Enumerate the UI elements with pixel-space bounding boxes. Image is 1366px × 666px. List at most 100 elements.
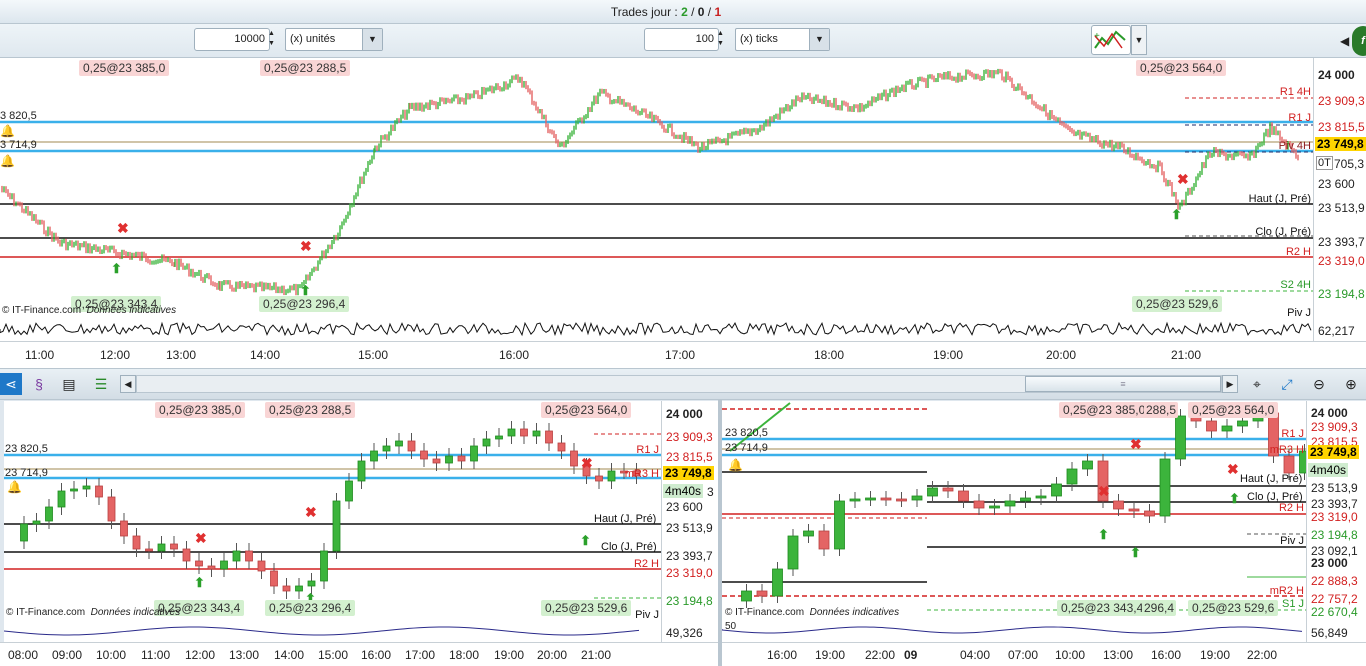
bell-icon[interactable]: 🔔 bbox=[7, 480, 22, 494]
candle-body bbox=[532, 430, 541, 437]
crosshair-icon[interactable]: ⌖ bbox=[1246, 373, 1268, 395]
candle-body bbox=[470, 445, 478, 462]
ticks-unit-select[interactable]: (x) ticks ▼ bbox=[735, 28, 830, 51]
trade-tag[interactable]: 0,25@23 385,0 bbox=[1059, 402, 1150, 418]
quantity-unit-select[interactable]: (x) unités ▼ bbox=[285, 28, 383, 51]
formula-icon[interactable]: f bbox=[1352, 26, 1366, 56]
time-tick: 18:00 bbox=[449, 648, 480, 662]
bottom-right-chart[interactable]: ✖ ✖ ✖ ⬆ ⬆ ⬆ 0,25@23 385,0 288,5 0,25@23 564,0… bbox=[722, 401, 1306, 621]
footer-credit: © IT-Finance.com Données indicatives bbox=[2, 305, 177, 316]
trade-tag[interactable]: 0,25@23 385,0 bbox=[155, 402, 246, 418]
zoom-fit-icon[interactable]: ⤢ bbox=[1276, 373, 1298, 395]
scroll-left-button[interactable]: ◀ bbox=[120, 375, 136, 393]
axis-value: 23 194,8 bbox=[1311, 528, 1358, 542]
level-label: 3 820,5 bbox=[0, 110, 37, 122]
trade-tag[interactable]: 0,25@23 288,5 bbox=[260, 60, 351, 76]
top-price-axis[interactable]: 24 000 23 909,3 23 815,5 23 749,8 0T 705… bbox=[1313, 58, 1366, 341]
axis-value: 24 000 bbox=[1318, 68, 1355, 82]
pivot-label: Piv 4H bbox=[1278, 140, 1311, 152]
ticks-input[interactable]: 100 bbox=[644, 28, 719, 51]
pivot-label: R1 J bbox=[1288, 112, 1311, 124]
trade-tag[interactable]: 0,25@23 385,0 bbox=[79, 60, 170, 76]
time-tick: 10:00 bbox=[1055, 648, 1086, 662]
candle-body bbox=[557, 442, 566, 452]
pivot-label: R2 H bbox=[1285, 246, 1311, 258]
candle-body bbox=[432, 458, 441, 464]
bottom-left-price-axis[interactable]: 24 000 23 909,3 23 815,5 23 749,8 4m40s … bbox=[661, 401, 718, 642]
trade-tag[interactable]: 0,25@23 564,0 bbox=[541, 402, 632, 418]
quantity-input[interactable]: 10000 bbox=[194, 28, 270, 51]
bell-icon[interactable]: 🔔 bbox=[0, 154, 15, 168]
candle-body bbox=[1128, 508, 1140, 512]
pivot-label: S2 4H bbox=[1280, 279, 1311, 291]
notes-icon[interactable]: ▤ bbox=[58, 373, 80, 395]
trade-tag[interactable]: 288,5 bbox=[1144, 402, 1179, 418]
zoom-in-icon[interactable]: ⊕ bbox=[1340, 373, 1362, 395]
axis-value: 22 757,2 bbox=[1311, 592, 1358, 606]
trade-tag[interactable]: 0,25@23 529,6 bbox=[1188, 600, 1279, 616]
time-tick: 21:00 bbox=[1171, 348, 1202, 362]
axis-value: 23 000 bbox=[1311, 556, 1348, 570]
axis-value: 23 393,7 bbox=[666, 549, 713, 563]
link-icon[interactable]: § bbox=[28, 373, 50, 395]
axis-value: 23 319,0 bbox=[1311, 510, 1358, 524]
trade-tag[interactable]: 0,25@23 564,0 bbox=[1188, 402, 1279, 418]
candle-body bbox=[357, 460, 366, 482]
chevron-left-icon[interactable]: ◀ bbox=[1340, 34, 1349, 48]
pivot-label: Piv J bbox=[1287, 307, 1311, 317]
candle-body bbox=[1206, 420, 1217, 432]
scroll-thumb[interactable]: ≡ bbox=[1025, 376, 1221, 392]
time-tick: 19:00 bbox=[933, 348, 964, 362]
candle-body bbox=[1159, 458, 1171, 517]
time-tick: 19:00 bbox=[815, 648, 846, 662]
candle-body bbox=[1237, 420, 1248, 427]
chevron-down-icon[interactable]: ▼ bbox=[1131, 25, 1147, 55]
candle-body bbox=[82, 485, 91, 490]
candle-body bbox=[520, 428, 528, 437]
zoom-out-icon[interactable]: ⊖ bbox=[1308, 373, 1330, 395]
trade-tag[interactable]: 0,25@23 564,0 bbox=[1136, 60, 1227, 76]
time-tick: 10:00 bbox=[96, 648, 127, 662]
axis-current-price: 23 749,8 bbox=[1315, 137, 1366, 151]
candle-body bbox=[973, 500, 985, 509]
entry-marker: ⬆ bbox=[1171, 207, 1182, 222]
trade-tag[interactable]: 0,25@23 288,5 bbox=[265, 402, 356, 418]
axis-value: 23 513,9 bbox=[666, 521, 713, 535]
candle-body bbox=[145, 548, 153, 552]
trade-tag[interactable]: 296,4 bbox=[1142, 600, 1177, 616]
entry-marker: ⬆ bbox=[1229, 491, 1240, 506]
time-tick: 22:00 bbox=[865, 648, 896, 662]
layout-icon[interactable]: ☰ bbox=[90, 373, 112, 395]
quantity-spinner[interactable]: ▲ ▼ bbox=[268, 29, 278, 49]
axis-value: 23 600 bbox=[666, 500, 703, 514]
share-icon[interactable]: ⋖ bbox=[0, 373, 22, 395]
level-label: 3 714,9 bbox=[0, 139, 37, 151]
candle-body bbox=[420, 450, 428, 460]
bottom-left-chart[interactable]: ✖ ✖ ✖ ⬆ ⬆ ⬆ 0,25@23 385,0 0,25@23 288,5 0,25@… bbox=[4, 401, 661, 621]
ticks-spinner[interactable]: ▲ ▼ bbox=[717, 29, 727, 49]
scroll-right-button[interactable]: ▶ bbox=[1222, 375, 1238, 393]
trade-tag[interactable]: 0,25@23 529,6 bbox=[1132, 296, 1223, 312]
candle-body bbox=[270, 570, 278, 587]
axis-value: 3 bbox=[707, 485, 714, 499]
bell-icon[interactable]: 🔔 bbox=[728, 458, 743, 472]
bell-icon[interactable]: 🔔 bbox=[0, 124, 15, 138]
chevron-down-icon[interactable]: ▼ bbox=[362, 29, 382, 50]
exit-marker: ✖ bbox=[1098, 483, 1110, 499]
axis-value: 23 319,0 bbox=[666, 566, 713, 580]
trade-tag[interactable]: 0,25@23 296,4 bbox=[265, 600, 356, 616]
top-time-axis: 11:00 12:00 13:00 14:00 15:00 16:00 17:0… bbox=[0, 341, 1366, 368]
candle-body bbox=[345, 480, 353, 502]
trade-tag[interactable]: 0,25@23 296,4 bbox=[259, 296, 350, 312]
chevron-down-icon[interactable]: ▼ bbox=[809, 29, 829, 50]
oscillator-label: 50 bbox=[725, 621, 737, 632]
candle-body bbox=[772, 568, 783, 597]
time-tick: 20:00 bbox=[1046, 348, 1077, 362]
trade-tag[interactable]: 0,25@23 529,6 bbox=[541, 600, 632, 616]
strategy-icon[interactable]: + bbox=[1091, 25, 1131, 55]
candle-body bbox=[595, 475, 603, 482]
top-price-chart[interactable]: ✖ ✖ ✖ ⬆ ⬆ ⬆ 0,25@23 385,0 0,25@23 288,5 0,25@… bbox=[0, 58, 1313, 317]
scroll-track[interactable]: ≡ bbox=[136, 375, 1222, 393]
trade-tag[interactable]: 0,25@23 343,4 bbox=[1057, 600, 1148, 616]
bottom-right-price-axis[interactable]: 24 000 23 909,3 23 815,5 23 749,8 4m40s … bbox=[1306, 401, 1366, 642]
